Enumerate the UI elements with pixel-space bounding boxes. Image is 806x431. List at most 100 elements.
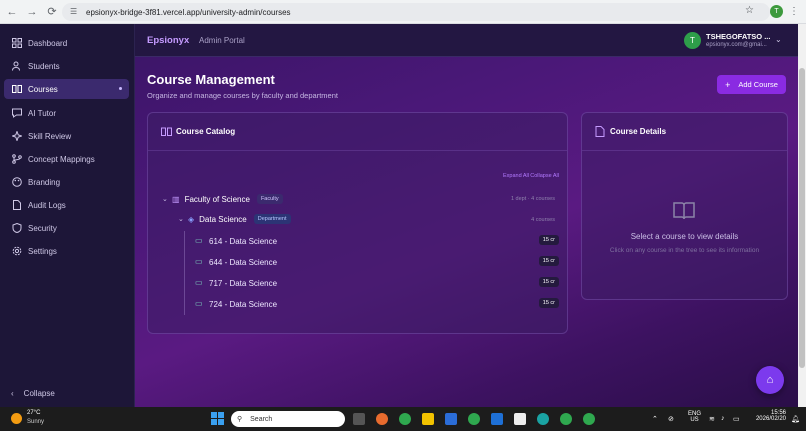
course-item[interactable]: ▭ 644 - Data Science 15 cr <box>195 254 559 270</box>
tree-connector <box>184 231 185 315</box>
user-email: epsionyx.com@gmai... <box>706 42 767 48</box>
credits-badge: 15 cr <box>538 298 559 308</box>
address-bar[interactable]: ☰ epsionyx-bridge-3f81.vercel.app/univer… <box>62 3 770 21</box>
sidebar: Dashboard Students Courses AI Tutor Skil… <box>0 24 135 407</box>
open-book-icon <box>672 199 696 223</box>
building-icon: ▥ <box>172 194 180 204</box>
course-label: 717 - Data Science <box>209 278 278 288</box>
language-indicator[interactable]: ENG US <box>688 411 701 423</box>
browser-toolbar: ← → ⟳ ☰ epsionyx-bridge-3f81.vercel.app/… <box>0 0 806 24</box>
bookmark-star-icon[interactable]: ☆ <box>745 5 754 16</box>
system-clock[interactable]: 15:56 2026/02/20 <box>750 410 786 422</box>
active-indicator <box>119 87 122 90</box>
course-item[interactable]: ▭ 717 - Data Science 15 cr <box>195 275 559 291</box>
chevron-up-icon[interactable]: ⌃ <box>652 415 658 423</box>
expand-all-button[interactable]: Expand All <box>503 173 529 179</box>
wifi-icon[interactable]: ≋ <box>709 415 715 423</box>
department-name: Data Science <box>199 214 247 224</box>
main-content: Epsionyx Admin Portal T TSHEGOFATSO ... … <box>135 24 798 407</box>
battery-icon[interactable]: ▭ <box>733 415 740 423</box>
capcut-icon[interactable] <box>514 413 526 425</box>
course-label: 614 - Data Science <box>209 236 278 246</box>
windows-start-icon[interactable] <box>211 412 224 425</box>
details-header: Course Details <box>582 113 787 151</box>
file-icon <box>11 200 22 211</box>
sidebar-item-students[interactable]: Students <box>4 56 129 76</box>
volume-icon[interactable]: ♪ <box>721 415 725 422</box>
shield-icon <box>11 223 22 234</box>
file-explorer-icon[interactable] <box>422 413 434 425</box>
sidebar-item-audit-logs[interactable]: Audit Logs <box>4 195 129 215</box>
users-icon <box>11 61 22 72</box>
add-course-button[interactable]: + Add Course <box>717 75 786 94</box>
details-title: Course Details <box>610 127 667 136</box>
browser-menu-icon[interactable]: ⋮ <box>789 5 799 18</box>
course-item[interactable]: ▭ 724 - Data Science 15 cr <box>195 296 559 312</box>
palette-icon <box>11 177 22 188</box>
catalog-header: Course Catalog <box>148 113 567 151</box>
credits-badge: 15 cr <box>538 256 559 266</box>
user-name[interactable]: TSHEGOFATSO ... <box>706 32 770 41</box>
sidebar-item-ai-tutor[interactable]: AI Tutor <box>4 103 129 123</box>
course-item[interactable]: ▭ 614 - Data Science 15 cr <box>195 233 559 249</box>
sidebar-collapse-button[interactable]: ‹ Collapse <box>11 389 55 398</box>
reload-icon[interactable]: ⟳ <box>44 4 60 20</box>
clock-date: 2026/02/20 <box>755 416 786 422</box>
assistant-fab-button[interactable]: ⌂ <box>756 366 784 394</box>
plus-icon: + <box>725 79 731 90</box>
book-icon: ▭ <box>195 278 203 287</box>
sidebar-item-concept-mappings[interactable]: Concept Mappings <box>4 149 129 169</box>
weather-temp: 27°C <box>27 410 41 416</box>
grid-icon <box>11 38 22 49</box>
faculty-meta: 1 dept · 4 courses <box>510 196 555 202</box>
sun-icon[interactable] <box>11 413 22 424</box>
sidebar-item-skill-review[interactable]: Skill Review <box>4 126 129 146</box>
collapse-all-button[interactable]: Collapse All <box>530 173 559 179</box>
chevron-down-icon[interactable]: ⌄ <box>775 35 782 44</box>
browser-profile-avatar[interactable]: T <box>770 5 783 18</box>
sparkle-icon <box>11 131 22 142</box>
catalog-title: Course Catalog <box>176 127 236 136</box>
chrome-icon[interactable] <box>399 413 411 425</box>
faculty-node[interactable]: ⌄ ▥ Faculty of Science Faculty <box>162 194 283 204</box>
user-avatar[interactable]: T <box>684 32 701 49</box>
sidebar-item-settings[interactable]: Settings <box>4 241 129 261</box>
site-info-icon[interactable]: ☰ <box>70 7 80 17</box>
chrome-icon[interactable] <box>560 413 572 425</box>
chrome-icon[interactable] <box>468 413 480 425</box>
faculty-name: Faculty of Science <box>184 194 250 204</box>
chrome-icon[interactable] <box>583 413 595 425</box>
scrollbar-thumb[interactable] <box>799 68 805 368</box>
back-icon[interactable]: ← <box>4 4 20 20</box>
collapse-label: Collapse <box>23 389 55 398</box>
edge-icon[interactable] <box>537 413 549 425</box>
sidebar-item-dashboard[interactable]: Dashboard <box>4 33 129 53</box>
copilot-icon[interactable] <box>376 413 388 425</box>
taskbar-search[interactable]: ⚲ Search <box>231 411 345 427</box>
sidebar-item-label: AI Tutor <box>28 108 57 118</box>
book-icon: ▭ <box>195 236 203 245</box>
word-icon[interactable] <box>491 413 503 425</box>
sidebar-item-label: Security <box>28 223 57 233</box>
book-open-icon <box>161 126 172 137</box>
gear-icon <box>11 246 22 257</box>
sidebar-item-courses[interactable]: Courses <box>4 79 129 99</box>
notification-bell-icon[interactable]: 🔔︎ <box>791 415 800 423</box>
credits-badge: 15 cr <box>538 277 559 287</box>
document-icon <box>595 126 606 137</box>
task-view-icon[interactable] <box>353 413 365 425</box>
sidebar-item-security[interactable]: Security <box>4 218 129 238</box>
portal-label: Admin Portal <box>199 36 245 45</box>
course-label: 724 - Data Science <box>209 299 278 309</box>
forward-icon[interactable]: → <box>24 4 40 20</box>
sidebar-item-branding[interactable]: Branding <box>4 172 129 192</box>
network-off-icon[interactable]: ⊘ <box>668 415 674 423</box>
page-scrollbar[interactable] <box>798 24 806 407</box>
book-icon: ▭ <box>195 257 203 266</box>
chevron-down-icon[interactable]: ⌄ <box>178 215 188 223</box>
chevron-down-icon[interactable]: ⌄ <box>162 195 172 203</box>
branch-icon <box>11 154 22 165</box>
department-node[interactable]: ⌄ ◈ Data Science Department <box>178 214 291 224</box>
brand-logo[interactable]: Epsionyx <box>147 35 189 46</box>
store-icon[interactable] <box>445 413 457 425</box>
